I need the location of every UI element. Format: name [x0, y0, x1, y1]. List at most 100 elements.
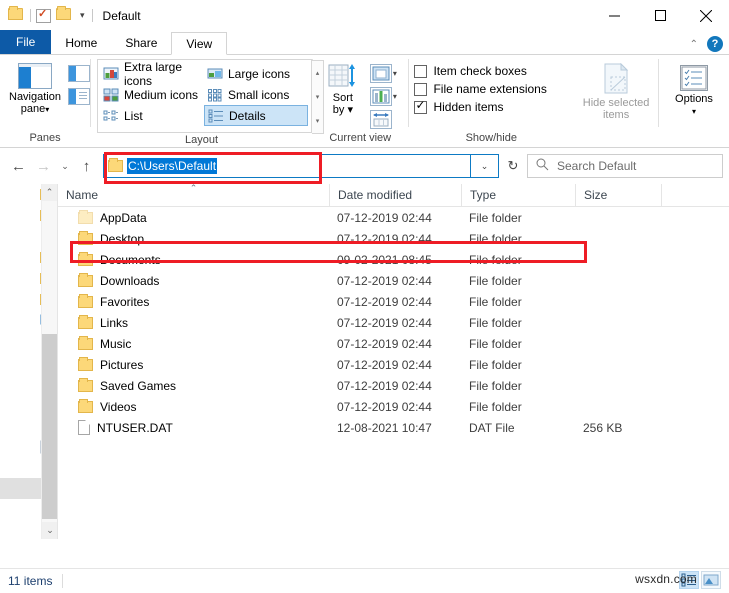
- maximize-button[interactable]: [637, 0, 683, 31]
- checkbox-icon[interactable]: [414, 82, 428, 96]
- forward-button[interactable]: →: [31, 153, 56, 179]
- address-input[interactable]: C:\Users\Default: [103, 154, 471, 178]
- file-name: NTUSER.DAT: [97, 420, 173, 435]
- collapse-ribbon-icon[interactable]: ⌃: [690, 39, 698, 50]
- checkbox-file-name-extensions[interactable]: File name extensions: [414, 82, 547, 96]
- large-icons-view-icon[interactable]: [701, 571, 721, 589]
- scroll-down-icon[interactable]: ⌄: [42, 522, 57, 539]
- cell-name: Videos: [58, 398, 329, 414]
- sort-by-label: Sort by ▾: [333, 92, 353, 116]
- navigation-pane-scrollbar[interactable]: ⌃ ⌄: [41, 184, 57, 539]
- navigation-pane-button[interactable]: Navigation pane▾: [4, 59, 66, 116]
- ribbon-group-layout: Extra large icons Large icons Medium ico…: [91, 55, 324, 148]
- group-by-row[interactable]: ▾: [369, 87, 397, 106]
- cell-date: 12-08-2021 10:47: [337, 420, 432, 435]
- size-all-columns-icon: [369, 110, 392, 129]
- column-header-name[interactable]: ⌃ Name: [58, 183, 329, 207]
- add-columns-row[interactable]: ▾: [369, 64, 397, 83]
- folder-icon[interactable]: [8, 5, 25, 24]
- layout-label: List: [124, 108, 143, 123]
- checkbox-hidden-items[interactable]: Hidden items: [414, 98, 546, 114]
- show-hide-checkbox-list: Item check boxes File name extensions Hi…: [408, 59, 547, 114]
- file-name: Documents: [100, 252, 161, 267]
- ribbon-group-options: Options ▾: [659, 55, 729, 148]
- chevron-down-icon[interactable]: ▾: [45, 105, 49, 114]
- recent-locations-button[interactable]: ⌄: [56, 153, 74, 179]
- layout-list[interactable]: List: [100, 105, 204, 126]
- table-row[interactable]: NTUSER.DAT 12-08-2021 10:47 DAT File 256…: [58, 417, 729, 438]
- refresh-button[interactable]: ↻: [499, 154, 527, 178]
- file-name: Pictures: [100, 357, 144, 372]
- tab-file[interactable]: File: [0, 30, 52, 54]
- new-folder-icon[interactable]: [56, 5, 73, 24]
- chevron-down-icon[interactable]: ▾: [393, 92, 397, 101]
- cell-type: DAT File: [469, 420, 515, 435]
- list-icon: [103, 108, 119, 123]
- help-icon[interactable]: ?: [707, 36, 723, 52]
- navigation-pane-icon: [18, 63, 52, 89]
- back-button[interactable]: ←: [6, 153, 31, 179]
- hidesel-line2: items: [602, 109, 630, 121]
- layout-extra-large-icons[interactable]: Extra large icons: [100, 60, 204, 88]
- layout-large-icons[interactable]: Large icons: [204, 63, 308, 84]
- size-columns-row[interactable]: [369, 110, 397, 129]
- table-row[interactable]: Favorites 07-12-2019 02:44 File folder: [58, 291, 729, 312]
- cell-name: Documents: [58, 251, 329, 267]
- chevron-down-icon[interactable]: ▾: [692, 107, 696, 116]
- table-row[interactable]: Links 07-12-2019 02:44 File folder: [58, 312, 729, 333]
- scroll-up-icon[interactable]: ⌃: [42, 184, 57, 201]
- layout-small-icons[interactable]: Small icons: [204, 84, 308, 105]
- scrollbar-thumb[interactable]: [42, 334, 57, 519]
- column-header-size[interactable]: Size: [575, 183, 661, 207]
- sort-by-button[interactable]: Sort by ▾: [317, 59, 369, 116]
- hidesel-line1: Hide selected: [582, 97, 650, 109]
- column-header-type[interactable]: Type: [461, 183, 575, 207]
- checkbox-item-check-boxes[interactable]: Item check boxes: [414, 64, 546, 78]
- properties-icon[interactable]: [36, 7, 51, 23]
- cell-type: File folder: [469, 315, 522, 330]
- table-row[interactable]: AppData 07-12-2019 02:44 File folder: [58, 207, 729, 228]
- close-button[interactable]: [683, 0, 729, 31]
- address-dropdown-button[interactable]: ⌄: [471, 154, 499, 178]
- cell-name: AppData: [58, 209, 329, 225]
- column-label: Type: [470, 188, 497, 202]
- chevron-down-icon[interactable]: ▾: [78, 10, 87, 21]
- tab-home[interactable]: Home: [51, 31, 111, 54]
- status-bar: 11 items: [0, 568, 729, 593]
- current-view-side-buttons: ▾ ▾: [369, 59, 397, 129]
- tab-view[interactable]: View: [171, 32, 228, 55]
- table-row[interactable]: Documents 09-02-2021 08:45 File folder: [58, 249, 729, 270]
- navigation-pane: ⌃ ⌄: [0, 184, 58, 539]
- checkbox-icon[interactable]: [414, 64, 428, 78]
- cell-date: 07-12-2019 02:44: [337, 399, 432, 414]
- options-button[interactable]: Options ▾: [659, 59, 729, 118]
- table-row[interactable]: Desktop 07-12-2019 02:44 File folder: [58, 228, 729, 249]
- divider: [30, 9, 31, 22]
- cell-type: File folder: [469, 399, 522, 414]
- item-count-label: 11 items: [8, 574, 53, 588]
- file-rows: AppData 07-12-2019 02:44 File folder Des…: [58, 207, 729, 438]
- layout-medium-icons[interactable]: Medium icons: [100, 84, 204, 105]
- tab-share[interactable]: Share: [111, 31, 171, 54]
- preview-pane-icon[interactable]: [68, 65, 90, 82]
- file-name: Links: [100, 315, 129, 330]
- cell-type: File folder: [469, 357, 522, 372]
- chevron-down-icon[interactable]: ▾: [393, 69, 397, 78]
- minimize-button[interactable]: [591, 0, 637, 31]
- table-row[interactable]: Downloads 07-12-2019 02:44 File folder: [58, 270, 729, 291]
- checkbox-icon-checked[interactable]: [414, 98, 428, 114]
- up-button[interactable]: ↑: [74, 153, 99, 179]
- navpane-line1: Navigation: [9, 91, 61, 103]
- hide-selected-items-button: Hide selected items: [574, 59, 658, 121]
- table-row[interactable]: Saved Games 07-12-2019 02:44 File folder: [58, 375, 729, 396]
- cell-size: 256 KB: [583, 420, 623, 435]
- table-row[interactable]: Pictures 07-12-2019 02:44 File folder: [58, 354, 729, 375]
- column-header-date-modified[interactable]: Date modified: [329, 183, 461, 207]
- column-label: Size: [584, 188, 608, 202]
- options-label: Options ▾: [675, 93, 713, 118]
- layout-details[interactable]: Details: [204, 105, 308, 126]
- details-pane-icon[interactable]: [68, 88, 90, 105]
- search-input[interactable]: Search Default: [527, 154, 723, 178]
- table-row[interactable]: Videos 07-12-2019 02:44 File folder: [58, 396, 729, 417]
- table-row[interactable]: Music 07-12-2019 02:44 File folder: [58, 333, 729, 354]
